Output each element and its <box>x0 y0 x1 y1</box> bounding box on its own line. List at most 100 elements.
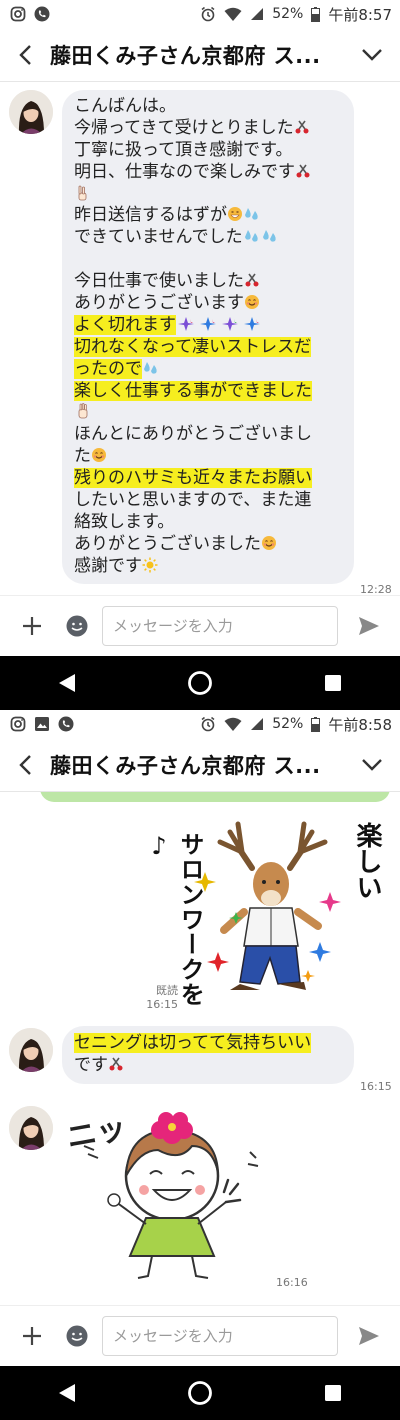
message-line: ありがとうございました <box>74 534 342 556</box>
chat-header: 藤田くみ子さん京都府 ス... <box>0 738 400 792</box>
message-line: 昨日送信するはずが <box>74 205 342 227</box>
alarm-icon <box>200 6 216 22</box>
plus-button[interactable] <box>0 1325 64 1347</box>
sticker-button[interactable] <box>64 614 90 638</box>
message-line: よく切れます <box>74 314 342 339</box>
message-line: ったので <box>74 358 342 383</box>
android-nav-bar <box>0 1366 400 1420</box>
chat-title: 藤田くみ子さん京都府 ス... <box>50 753 321 778</box>
nav-home-button[interactable] <box>160 1366 240 1420</box>
smile-icon <box>244 294 260 317</box>
message-line: したいと思いますので、また連 <box>74 490 312 511</box>
message-bubble[interactable]: セニングは切ってて気持ちいい です <box>62 1026 354 1084</box>
clock: 午前8:58 <box>328 715 392 734</box>
instagram-icon <box>10 716 26 732</box>
ok-hand-icon <box>74 403 90 426</box>
nav-back-button[interactable] <box>27 1366 107 1420</box>
chat-area[interactable]: サロンワークを♪ 楽しい 既読 16:15 セニングは切ってて気持ちいい です … <box>0 792 400 1305</box>
received-sticker[interactable]: ニッ <box>62 1106 272 1286</box>
message-line: 楽しく仕事する事ができました <box>74 380 312 401</box>
sticker-timestamp: 16:15 <box>146 998 178 1011</box>
battery-percent: 52% <box>272 716 304 732</box>
back-button[interactable] <box>0 738 50 792</box>
chevron-down-icon[interactable] <box>344 28 400 82</box>
send-button[interactable] <box>338 615 400 637</box>
back-button[interactable] <box>0 28 50 82</box>
message-line <box>74 249 342 271</box>
scissors-icon <box>244 272 260 295</box>
chat-title: 藤田くみ子さん京都府 ス... <box>50 43 321 68</box>
smile-icon <box>91 447 107 470</box>
victory-hand-icon <box>74 185 90 208</box>
message-line: 明日、仕事なので楽しみです <box>74 162 342 184</box>
chevron-down-icon[interactable] <box>344 738 400 792</box>
message-line: できていませんでした <box>74 227 342 249</box>
battery-icon <box>311 6 321 22</box>
chat-area[interactable]: こんばんは。 今帰ってきて受けとりました 丁寧に扱って頂き感謝です。 明日、仕事… <box>0 82 400 595</box>
sweat-drops-icon <box>243 206 261 229</box>
avatar[interactable] <box>9 1028 53 1072</box>
message-line <box>74 184 342 206</box>
nav-back-button[interactable] <box>27 656 107 710</box>
message-line: 感謝です <box>74 556 342 578</box>
message-line: 切れなくなって凄いストレスだ <box>74 336 312 357</box>
message-line: 丁寧に扱って頂き感謝です。 <box>74 139 293 160</box>
scissors-icon <box>108 1056 124 1079</box>
message-line <box>74 402 342 424</box>
message-bubble[interactable]: こんばんは。 今帰ってきて受けとりました 丁寧に扱って頂き感謝です。 明日、仕事… <box>62 90 354 584</box>
message-line: ほんとにありがとうございまし <box>74 424 312 445</box>
message-line: 今帰ってきて受けとりました <box>74 118 342 140</box>
instagram-icon <box>10 6 26 22</box>
message-timestamp: 12:28 <box>360 583 392 595</box>
read-receipt: 既読 16:15 <box>140 984 178 1012</box>
clock: 午前8:57 <box>328 5 392 24</box>
wifi-icon <box>224 717 242 732</box>
nav-recents-button[interactable] <box>293 656 373 710</box>
chat-header: 藤田くみ子さん京都府 ス... <box>0 28 400 82</box>
battery-icon <box>311 716 321 732</box>
sparkle-stars-icon <box>176 316 264 339</box>
avatar[interactable] <box>9 1106 53 1150</box>
message-input[interactable] <box>102 1315 338 1356</box>
sticker-text-right: 楽しい <box>352 822 382 900</box>
status-bar: 52% 午前8:58 <box>0 710 400 738</box>
phone-notification-icon <box>58 716 74 732</box>
image-icon <box>34 716 50 732</box>
input-bar <box>0 1305 400 1365</box>
sweat-drops-icon <box>142 360 160 383</box>
grin-sweat-icon <box>227 206 243 229</box>
smile-icon <box>261 535 277 558</box>
message-line: こんばんは。 <box>74 96 176 116</box>
scissors-icon <box>294 119 310 142</box>
sent-sticker[interactable]: サロンワークを♪ 楽しい <box>145 812 382 1012</box>
wifi-icon <box>224 7 242 22</box>
sweat-drops-icon <box>261 228 279 251</box>
plus-button[interactable] <box>0 615 64 637</box>
signal-icon <box>250 7 264 21</box>
read-label: 既読 <box>156 984 178 997</box>
message-line: ありがとうございます <box>74 293 342 315</box>
sweat-drops-icon <box>243 228 261 251</box>
nav-home-button[interactable] <box>160 656 240 710</box>
avatar[interactable] <box>9 90 53 134</box>
send-button[interactable] <box>338 1325 400 1347</box>
sticker-timestamp: 16:16 <box>276 1276 308 1289</box>
sun-icon <box>142 557 158 580</box>
status-bar: 52% 午前8:57 <box>0 0 400 28</box>
message-timestamp: 16:15 <box>360 1080 392 1093</box>
android-nav-bar <box>0 656 400 710</box>
scissors-icon <box>295 163 311 186</box>
message-line: た <box>74 446 342 468</box>
nav-recents-button[interactable] <box>293 1366 373 1420</box>
message-line: 今日仕事で使いました <box>74 271 342 293</box>
message-line: セニングは切ってて気持ちいい <box>74 1033 312 1053</box>
message-line: です <box>74 1055 342 1077</box>
alarm-icon <box>200 716 216 732</box>
message-input[interactable] <box>102 605 338 646</box>
message-line: 絡致します。 <box>74 511 175 532</box>
sticker-button[interactable] <box>64 1324 90 1348</box>
signal-icon <box>250 717 264 731</box>
message-line: 残りのハサミも近々またお願い <box>74 468 312 489</box>
sent-bubble-edge <box>40 792 390 802</box>
battery-percent: 52% <box>272 6 304 22</box>
